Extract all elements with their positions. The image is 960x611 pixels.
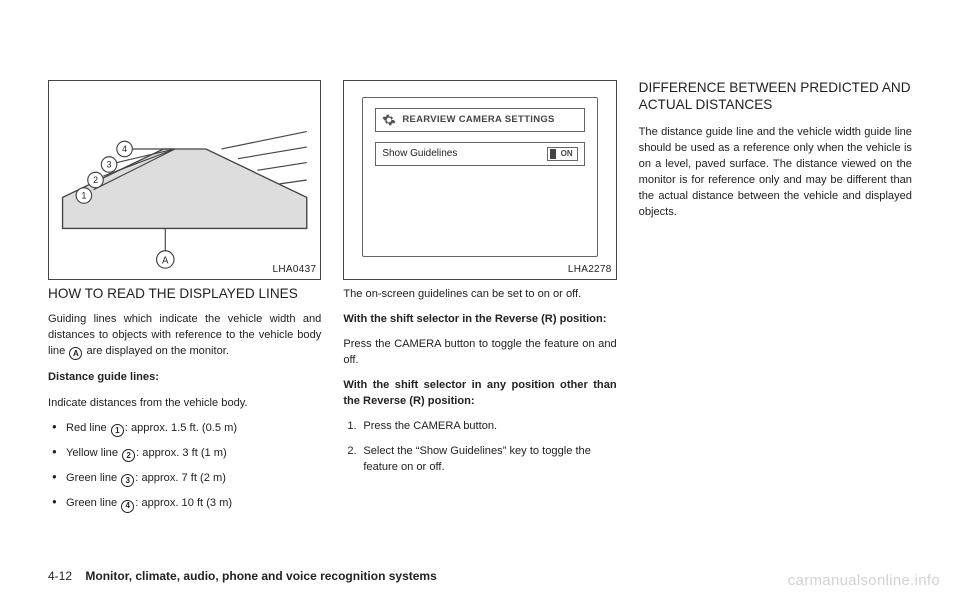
page-number: 4-12 bbox=[48, 569, 72, 583]
settings-screen: REARVIEW CAMERA SETTINGS Show Guidelines… bbox=[362, 97, 597, 257]
toggle-on: ON bbox=[547, 147, 578, 161]
heading-how-to-read: HOW TO READ THE DISPLAYED LINES bbox=[48, 286, 321, 303]
circle-1-icon: 1 bbox=[111, 424, 124, 437]
section-title: Monitor, climate, audio, phone and voice… bbox=[85, 569, 436, 583]
text: : approx. 3 ft (1 m) bbox=[136, 447, 227, 459]
text: Yellow line bbox=[66, 447, 121, 459]
settings-row-show-guidelines: Show Guidelines ON bbox=[375, 142, 584, 166]
figure-settings-screen: REARVIEW CAMERA SETTINGS Show Guidelines… bbox=[343, 80, 616, 280]
circle-3-icon: 3 bbox=[121, 474, 134, 487]
figure-label: LHA0437 bbox=[273, 263, 317, 278]
settings-title: REARVIEW CAMERA SETTINGS bbox=[402, 113, 554, 127]
text: : approx. 1.5 ft. (0.5 m) bbox=[125, 422, 237, 434]
gear-icon bbox=[382, 113, 396, 127]
text: : approx. 7 ft (2 m) bbox=[135, 472, 226, 484]
manual-page: 1 2 3 4 A LHA0437 HOW TO READ THE DISPLA… bbox=[0, 0, 960, 611]
svg-text:3: 3 bbox=[107, 159, 112, 169]
list-item: Red line 1: approx. 1.5 ft. (0.5 m) bbox=[52, 420, 321, 437]
page-footer: 4-12 Monitor, climate, audio, phone and … bbox=[48, 569, 437, 583]
paragraph: Indicate distances from the vehicle body… bbox=[48, 395, 321, 411]
subheading-other-position: With the shift selector in any position … bbox=[343, 377, 616, 409]
list-item: Green line 3: approx. 7 ft (2 m) bbox=[52, 470, 321, 487]
figure-guidelines-diagram: 1 2 3 4 A LHA0437 bbox=[48, 80, 321, 280]
list-item: Select the “Show Guidelines” key to togg… bbox=[363, 443, 616, 475]
text: Green line bbox=[66, 497, 120, 509]
paragraph: The distance guide line and the vehicle … bbox=[639, 124, 912, 220]
circle-4-icon: 4 bbox=[121, 500, 134, 513]
list-item: Yellow line 2: approx. 3 ft (1 m) bbox=[52, 445, 321, 462]
text: are displayed on the monitor. bbox=[83, 345, 229, 357]
settings-row-label: Show Guidelines bbox=[382, 147, 457, 162]
text: : approx. 10 ft (3 m) bbox=[135, 497, 232, 509]
paragraph: Press the CAMERA button to toggle the fe… bbox=[343, 336, 616, 368]
column-1: 1 2 3 4 A LHA0437 HOW TO READ THE DISPLA… bbox=[48, 80, 321, 521]
svg-text:2: 2 bbox=[93, 175, 98, 185]
svg-text:1: 1 bbox=[81, 190, 86, 200]
text: Red line bbox=[66, 422, 110, 434]
svg-text:A: A bbox=[162, 255, 169, 266]
circle-2-icon: 2 bbox=[122, 449, 135, 462]
bullet-list: Red line 1: approx. 1.5 ft. (0.5 m) Yell… bbox=[48, 420, 321, 513]
list-item: Green line 4: approx. 10 ft (3 m) bbox=[52, 495, 321, 512]
columns: 1 2 3 4 A LHA0437 HOW TO READ THE DISPLA… bbox=[48, 80, 912, 521]
toggle-knob-icon bbox=[550, 149, 556, 159]
figure-label: LHA2278 bbox=[568, 263, 612, 278]
numbered-list: Press the CAMERA button. Select the “Sho… bbox=[343, 418, 616, 474]
paragraph: The on-screen guidelines can be set to o… bbox=[343, 286, 616, 302]
heading-difference-distances: DIFFERENCE BETWEEN PREDICTED AND ACTUAL … bbox=[639, 80, 912, 114]
toggle-label: ON bbox=[561, 148, 573, 160]
watermark: carmanualsonline.info bbox=[788, 572, 940, 589]
settings-titlebar: REARVIEW CAMERA SETTINGS bbox=[375, 108, 584, 132]
svg-text:4: 4 bbox=[122, 144, 127, 154]
subheading-distance-guide-lines: Distance guide lines: bbox=[48, 369, 321, 385]
text: Green line bbox=[66, 472, 120, 484]
subheading-reverse-position: With the shift selector in the Reverse (… bbox=[343, 311, 616, 327]
paragraph: Guiding lines which indicate the vehicle… bbox=[48, 311, 321, 360]
circle-a-icon: A bbox=[69, 347, 82, 360]
column-3: DIFFERENCE BETWEEN PREDICTED AND ACTUAL … bbox=[639, 80, 912, 521]
list-item: Press the CAMERA button. bbox=[363, 418, 616, 434]
column-2: REARVIEW CAMERA SETTINGS Show Guidelines… bbox=[343, 80, 616, 521]
guidelines-illustration: 1 2 3 4 A bbox=[49, 81, 320, 279]
